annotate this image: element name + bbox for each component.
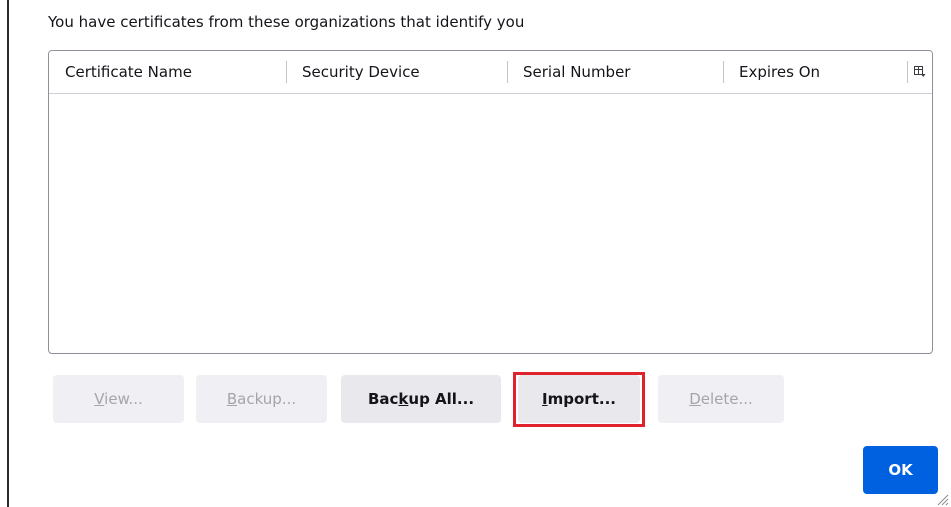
column-divider[interactable] (723, 61, 724, 83)
column-divider[interactable] (286, 61, 287, 83)
table-header: Certificate Name Security Device Serial … (49, 51, 932, 94)
ok-button[interactable]: OK (863, 446, 938, 494)
table-body[interactable] (49, 94, 932, 353)
certificates-table[interactable]: Certificate Name Security Device Serial … (48, 50, 933, 354)
certificates-description: You have certificates from these organiz… (48, 13, 525, 31)
import-button[interactable]: Import... (518, 375, 640, 423)
column-header-certificate-name[interactable]: Certificate Name (65, 51, 192, 93)
window-left-edge (7, 0, 9, 507)
backup-all-button[interactable]: Backup All... (341, 375, 501, 423)
column-divider[interactable] (507, 61, 508, 83)
backup-button[interactable]: Backup... (196, 375, 327, 423)
certificate-manager-your-certificates: You have certificates from these organiz… (0, 0, 951, 507)
column-header-expires-on[interactable]: Expires On (739, 51, 820, 93)
delete-button[interactable]: Delete... (658, 375, 784, 423)
column-header-serial-number[interactable]: Serial Number (523, 51, 630, 93)
column-header-security-device[interactable]: Security Device (302, 51, 420, 93)
resize-grip-icon[interactable] (935, 491, 949, 506)
column-picker-icon[interactable] (908, 51, 932, 93)
view-button[interactable]: View... (53, 375, 184, 423)
